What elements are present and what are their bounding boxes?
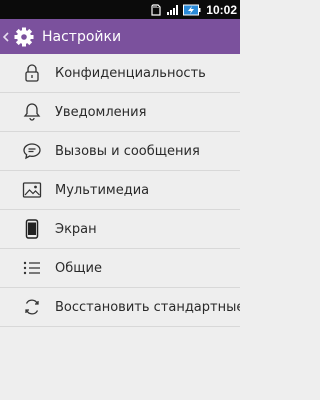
gear-icon bbox=[13, 19, 35, 54]
settings-item-label: Общие bbox=[55, 260, 102, 276]
settings-item-calls-messages[interactable]: Вызовы и сообщения bbox=[0, 132, 240, 171]
phone-screen-icon bbox=[22, 219, 42, 239]
settings-item-screen[interactable]: Экран bbox=[0, 210, 240, 249]
image-icon bbox=[22, 180, 42, 200]
settings-item-label: Мультимедиа bbox=[55, 182, 150, 198]
bell-icon bbox=[22, 102, 42, 122]
lock-icon bbox=[22, 63, 42, 83]
chat-bubble-icon bbox=[22, 141, 42, 161]
settings-item-notifications[interactable]: Уведомления bbox=[0, 93, 240, 132]
battery-charging-icon bbox=[183, 4, 201, 16]
settings-item-privacy[interactable]: Конфиденциальность bbox=[0, 54, 240, 93]
settings-item-label: Вызовы и сообщения bbox=[55, 143, 200, 159]
app-bar: Настройки bbox=[0, 19, 240, 54]
settings-item-label: Конфиденциальность bbox=[55, 65, 206, 81]
status-time: 10:02 bbox=[206, 2, 237, 17]
status-bar: 10:02 bbox=[0, 0, 240, 19]
settings-item-label: Уведомления bbox=[55, 104, 147, 120]
sd-card-icon bbox=[149, 3, 163, 16]
signal-bars-icon bbox=[166, 4, 180, 16]
settings-item-multimedia[interactable]: Мультимедиа bbox=[0, 171, 240, 210]
page-title: Настройки bbox=[42, 28, 122, 45]
settings-item-label: Восстановить стандартные bbox=[55, 299, 240, 315]
settings-item-general[interactable]: Общие bbox=[0, 249, 240, 288]
settings-item-label: Экран bbox=[55, 221, 97, 237]
settings-item-restore-defaults[interactable]: Восстановить стандартные bbox=[0, 288, 240, 327]
list-icon bbox=[22, 258, 42, 278]
refresh-icon bbox=[22, 297, 42, 317]
back-chevron-icon[interactable] bbox=[0, 19, 12, 54]
settings-list: Конфиденциальность Уведомления Вызовы и … bbox=[0, 54, 240, 327]
